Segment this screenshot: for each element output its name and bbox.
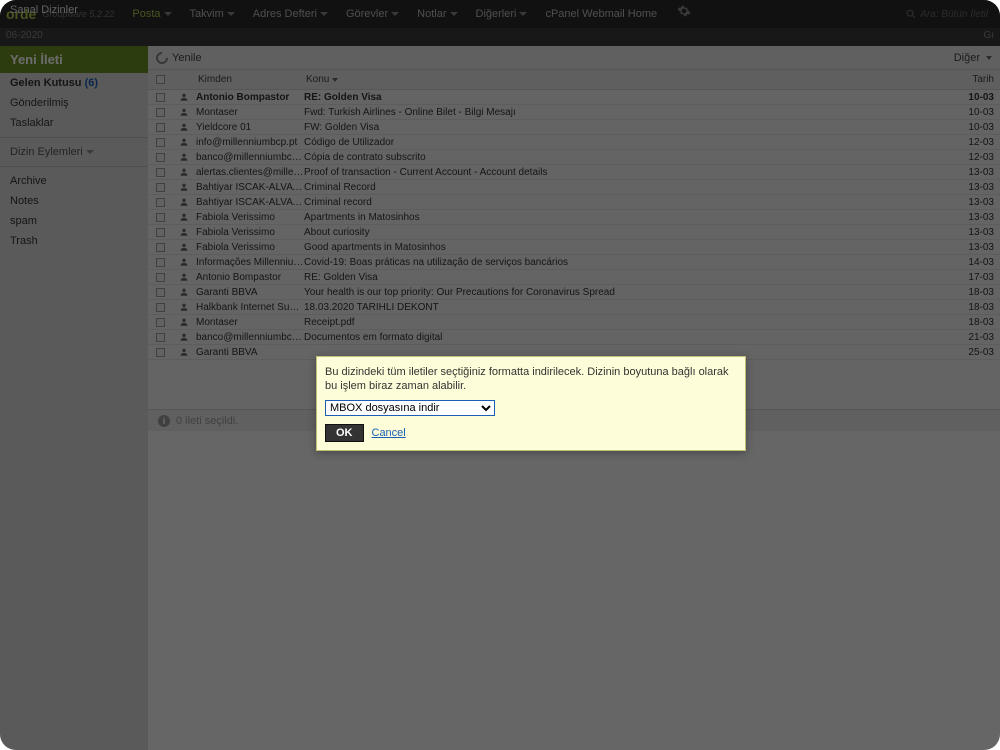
modal-message: Bu dizindeki tüm iletiler seçtiğiniz for… <box>325 365 737 394</box>
download-modal: Bu dizindeki tüm iletiler seçtiğiniz for… <box>316 356 746 451</box>
format-select[interactable]: MBOX dosyasına indir <box>325 400 495 416</box>
modal-buttons: OK Cancel <box>325 424 737 442</box>
cancel-link[interactable]: Cancel <box>372 427 406 439</box>
app-frame: orde Groupware 5.2.22 Posta Takvim Adres… <box>0 0 1000 750</box>
ok-button[interactable]: OK <box>325 424 364 442</box>
